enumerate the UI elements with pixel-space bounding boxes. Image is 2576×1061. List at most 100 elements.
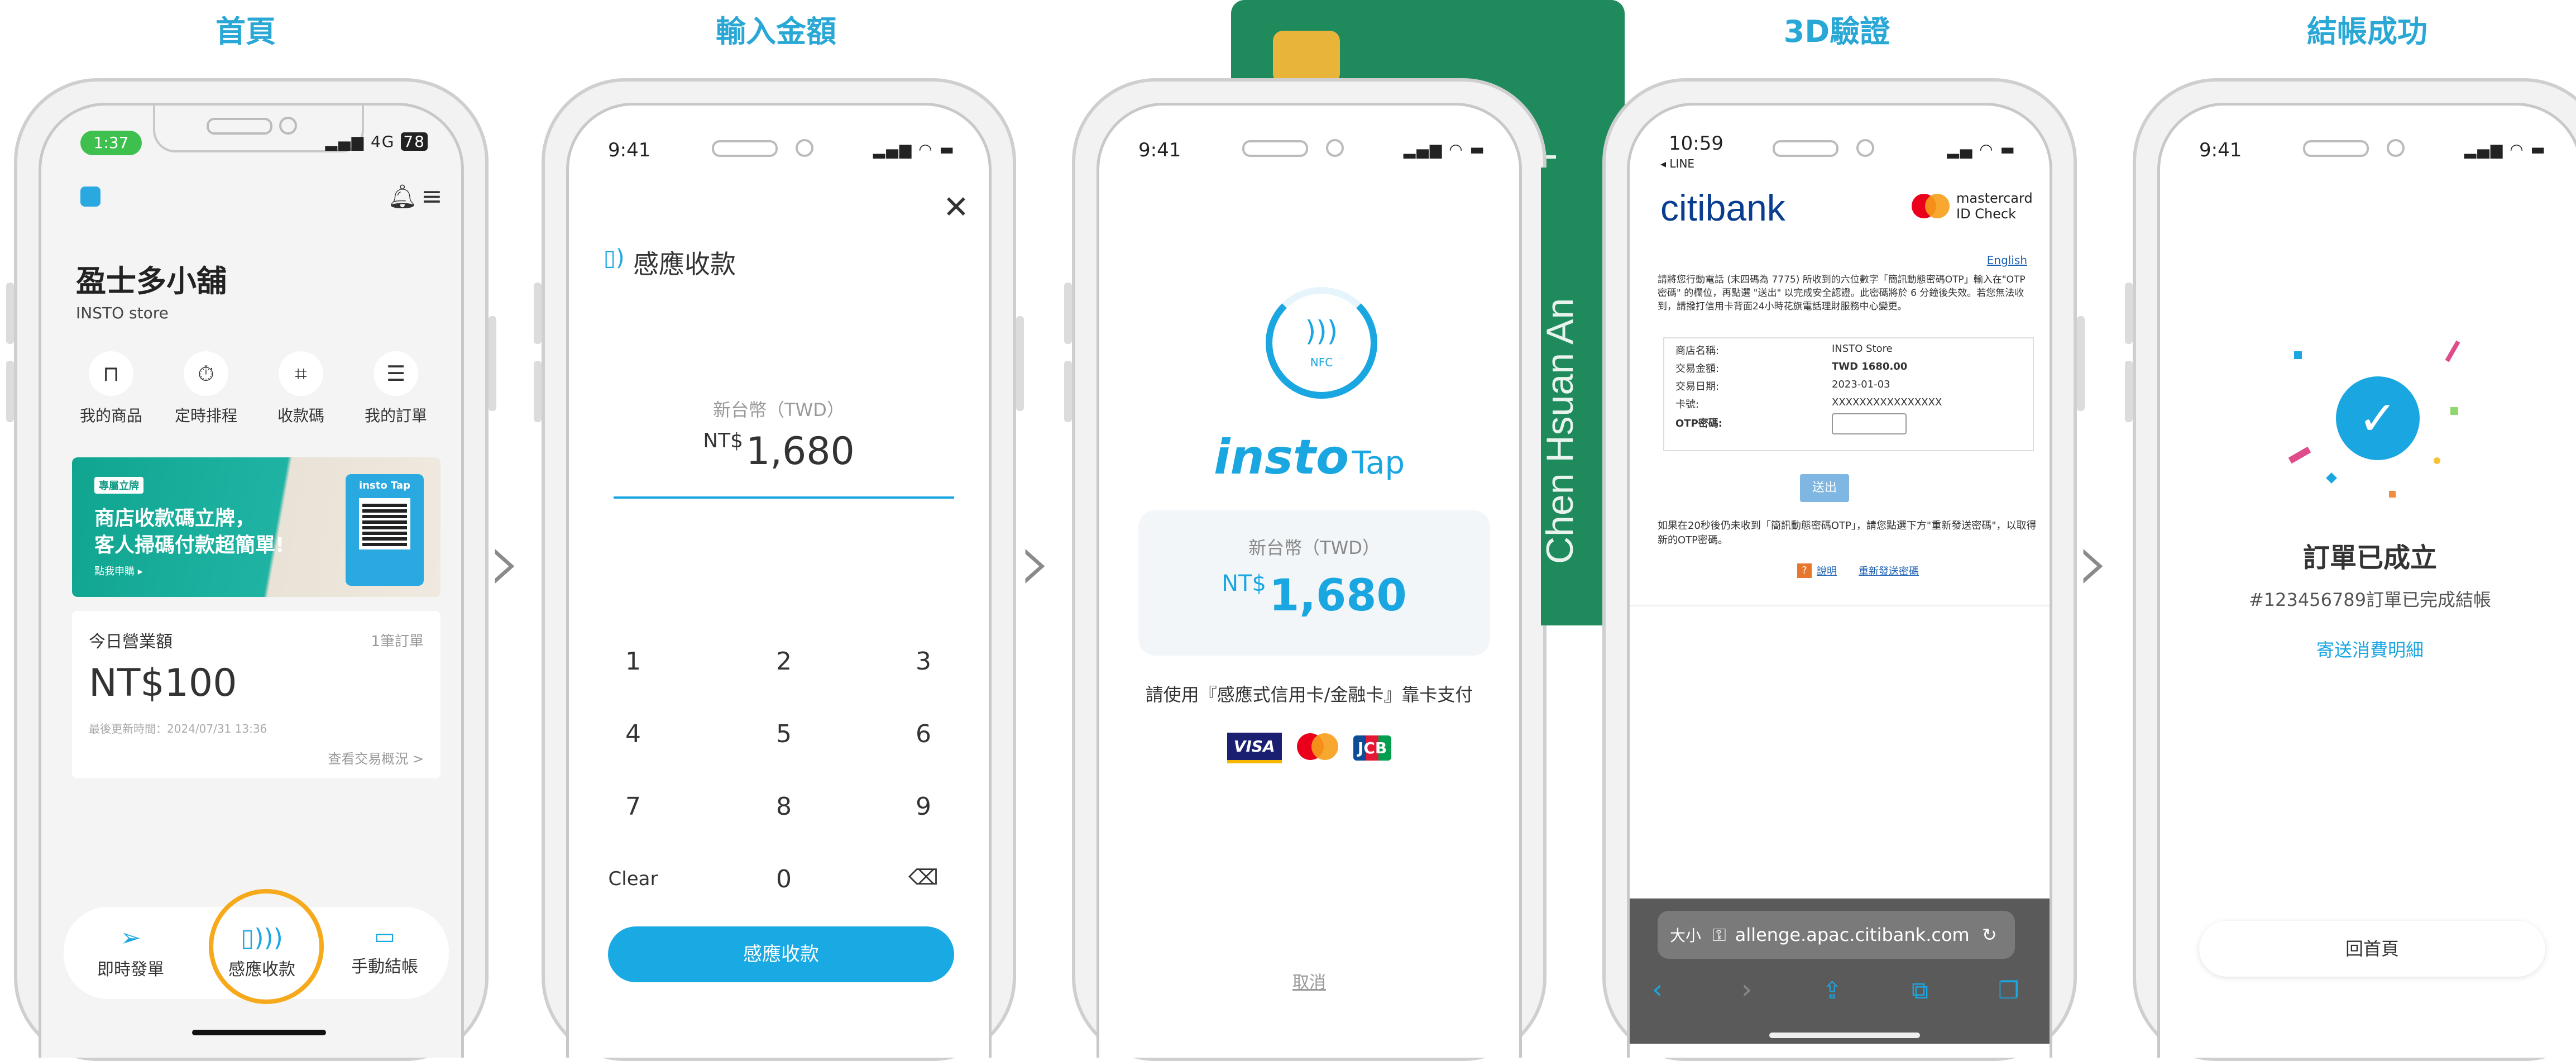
nav-label: 感應收款 bbox=[228, 960, 295, 979]
detail-label: OTP密碼: bbox=[1675, 418, 1722, 429]
otp-input[interactable] bbox=[1832, 413, 1907, 434]
back-icon[interactable]: ‹ bbox=[1652, 974, 1663, 1005]
quick-action-products[interactable]: ⊓ 我的商品 bbox=[64, 351, 159, 426]
lock-icon: ⚿ bbox=[1712, 924, 1726, 945]
backspace-icon[interactable]: ⌫ bbox=[868, 865, 979, 890]
key-4[interactable]: 4 bbox=[577, 720, 689, 748]
mastercard-icon bbox=[1912, 194, 1951, 218]
screen-tap: 9:41 ▂▄▆ ◠ ▬ ))) NFC insto Tap 新台幣（TWD） … bbox=[1097, 103, 1522, 1058]
quick-action-label: 我的商品 bbox=[79, 407, 142, 425]
view-more-link[interactable]: 查看交易概況 > bbox=[328, 748, 424, 767]
phone-3d: 10:59 ◂ LINE ▂▄ ◠ ▬ citibank mastercard … bbox=[1602, 78, 2085, 1061]
flow-arrow-icon: › bbox=[1019, 514, 1052, 611]
key-2[interactable]: 2 bbox=[728, 647, 840, 676]
nav-label: 手動結帳 bbox=[351, 957, 418, 977]
bookmarks-icon[interactable]: ⧉ bbox=[1912, 977, 1928, 1005]
status-icons: ▂▄ ◠ ▬ bbox=[1947, 140, 2016, 159]
nfc-pay-button[interactable]: 感應收款 bbox=[608, 926, 954, 982]
nav-label: 即時發單 bbox=[97, 960, 164, 979]
status-time: 10:59 bbox=[1669, 132, 1723, 155]
forward-icon[interactable]: › bbox=[1741, 974, 1752, 1005]
stage-title-success: 結帳成功 bbox=[2307, 14, 2427, 49]
nfc-label: NFC bbox=[1310, 356, 1333, 369]
key-clear[interactable]: Clear bbox=[577, 868, 689, 890]
phone-success: 9:41 ▂▄▆ ◠ ▬ ✓ 訂單已成立 #123456789訂單已完成結帳 寄… bbox=[2125, 78, 2576, 1061]
status-time: 9:41 bbox=[1138, 139, 1181, 161]
menu-icon[interactable]: ≡ bbox=[421, 181, 443, 211]
nav-item-instant-order[interactable]: ➢ 即時發單 bbox=[83, 924, 178, 980]
revenue-amount: NT$100 bbox=[89, 661, 237, 705]
quick-action-orders[interactable]: ☰ 我的訂單 bbox=[348, 351, 443, 426]
banner-line-2: 客人掃碼付款超簡單! bbox=[94, 534, 285, 557]
promo-banner[interactable]: 專屬立牌 商店收款碼立牌， 客人掃碼付款超簡單! 點我申購 ▸ insto Ta… bbox=[72, 457, 440, 597]
amount-value: 1,680 bbox=[1269, 571, 1407, 621]
key-8[interactable]: 8 bbox=[728, 792, 840, 821]
nav-item-nfc-pay[interactable]: ▯))) 感應收款 bbox=[214, 924, 309, 980]
banner-link[interactable]: 點我申購 ▸ bbox=[94, 563, 143, 578]
help-icon: ? bbox=[1797, 563, 1812, 578]
qr-scan-icon: ⌗ bbox=[279, 351, 323, 396]
cancel-link[interactable]: 取消 bbox=[1099, 968, 1519, 993]
key-0[interactable]: 0 bbox=[728, 865, 840, 893]
store-name-en: INSTO store bbox=[76, 304, 169, 322]
send-receipt-link[interactable]: 寄送消費明細 bbox=[2160, 636, 2576, 662]
text-size-button[interactable]: 大小 bbox=[1670, 926, 1701, 945]
qr-stand-logo: insto Tap bbox=[359, 480, 410, 491]
resend-link[interactable]: 重新發送密碼 bbox=[1859, 563, 1919, 578]
reload-icon[interactable]: ↻ bbox=[1982, 924, 1997, 945]
banner-line-1: 商店收款碼立牌， bbox=[94, 507, 256, 530]
last-updated: 最後更新時間：2024/07/31 13:36 bbox=[89, 722, 267, 735]
tabs-icon[interactable]: ❐ bbox=[1998, 977, 2019, 1004]
close-icon[interactable]: ✕ bbox=[943, 189, 969, 226]
help-link[interactable]: 說明 bbox=[1817, 563, 1837, 578]
status-time: 9:41 bbox=[608, 139, 651, 161]
success-subtitle: #123456789訂單已完成結帳 bbox=[2248, 589, 2492, 610]
key-3[interactable]: 3 bbox=[868, 647, 979, 676]
citibank-logo: citibank bbox=[1660, 187, 1785, 228]
page-title: 感應收款 bbox=[633, 249, 736, 279]
key-7[interactable]: 7 bbox=[577, 792, 689, 821]
mastercard-icon bbox=[1292, 731, 1343, 764]
key-6[interactable]: 6 bbox=[868, 720, 979, 748]
stage-title-3d: 3D驗證 bbox=[1783, 14, 1890, 49]
detail-label: 卡號: bbox=[1675, 399, 1699, 410]
nav-item-manual-checkout[interactable]: ▭ 手動結帳 bbox=[337, 924, 432, 977]
network-label: 4G bbox=[370, 132, 395, 151]
address-bar[interactable]: 大小 ⚿ allenge.apac.citibank.com ↻ bbox=[1658, 911, 2015, 959]
back-to-line-link[interactable]: ◂ LINE bbox=[1660, 157, 1694, 170]
status-icons: ▂▄▆ 4G 78 bbox=[325, 132, 428, 151]
submit-button[interactable]: 送出 bbox=[1800, 474, 1849, 502]
amount-display[interactable]: NT$ 1,680 bbox=[569, 429, 989, 474]
card-holder-name-overlap: Chen Hsuan An bbox=[1539, 298, 1581, 564]
battery-icon: 78 bbox=[401, 132, 428, 151]
brand-suffix: Tap bbox=[1352, 445, 1405, 481]
detail-value: INSTO Store bbox=[1832, 343, 1893, 355]
key-5[interactable]: 5 bbox=[728, 720, 840, 748]
flow-arrow-icon: › bbox=[489, 514, 522, 611]
quick-action-schedule[interactable]: ⏱︎ 定時排程 bbox=[159, 351, 253, 426]
key-9[interactable]: 9 bbox=[868, 792, 979, 821]
order-count: 1筆訂單 bbox=[371, 633, 424, 650]
tap-instruction: 請使用『感應式信用卡/金融卡』靠卡支付 bbox=[1145, 684, 1473, 705]
amount-prefix: NT$ bbox=[1222, 571, 1266, 596]
detail-label: 交易金額: bbox=[1675, 363, 1720, 375]
key-1[interactable]: 1 bbox=[577, 647, 689, 676]
quick-action-label: 我的訂單 bbox=[364, 407, 427, 425]
store-name: 盈士多小舖 bbox=[76, 264, 227, 299]
nfc-pay-icon: ▯))) bbox=[241, 924, 283, 952]
stopwatch-icon: ⏱︎ bbox=[184, 351, 228, 396]
send-icon: ➢ bbox=[120, 924, 141, 952]
english-link[interactable]: English bbox=[1987, 254, 2027, 267]
nfc-icon: ))) bbox=[1305, 315, 1338, 347]
revenue-card[interactable]: 今日營業額 1筆訂單 NT$100 最後更新時間：2024/07/31 13:3… bbox=[72, 611, 440, 778]
share-icon[interactable]: ⇪ bbox=[1822, 977, 1842, 1004]
url-text: allenge.apac.citibank.com bbox=[1735, 924, 1970, 945]
otp-instructions: 請將您行動電話 (末四碼為 7775) 所收到的六位數字「簡訊動態密碼OTP」輸… bbox=[1658, 274, 2026, 312]
bell-icon[interactable]: 🔔︎ bbox=[387, 183, 417, 211]
back-home-button[interactable]: 回首頁 bbox=[2199, 921, 2545, 977]
phone-home: 1:37 ▂▄▆ 4G 78 🔔︎ ≡ 盈士多小舖 INSTO store ⊓ … bbox=[6, 78, 496, 1061]
quick-action-qrcode[interactable]: ⌗ 收款碼 bbox=[253, 351, 348, 426]
phone-amount: 9:41 ▂▄▆ ◠ ▬ ✕ ▯) 感應收款 新台幣（TWD） NT$ 1,68… bbox=[534, 78, 1024, 1061]
visa-icon: VISA bbox=[1227, 732, 1282, 763]
insto-tap-logo: insto Tap bbox=[1099, 429, 1519, 485]
